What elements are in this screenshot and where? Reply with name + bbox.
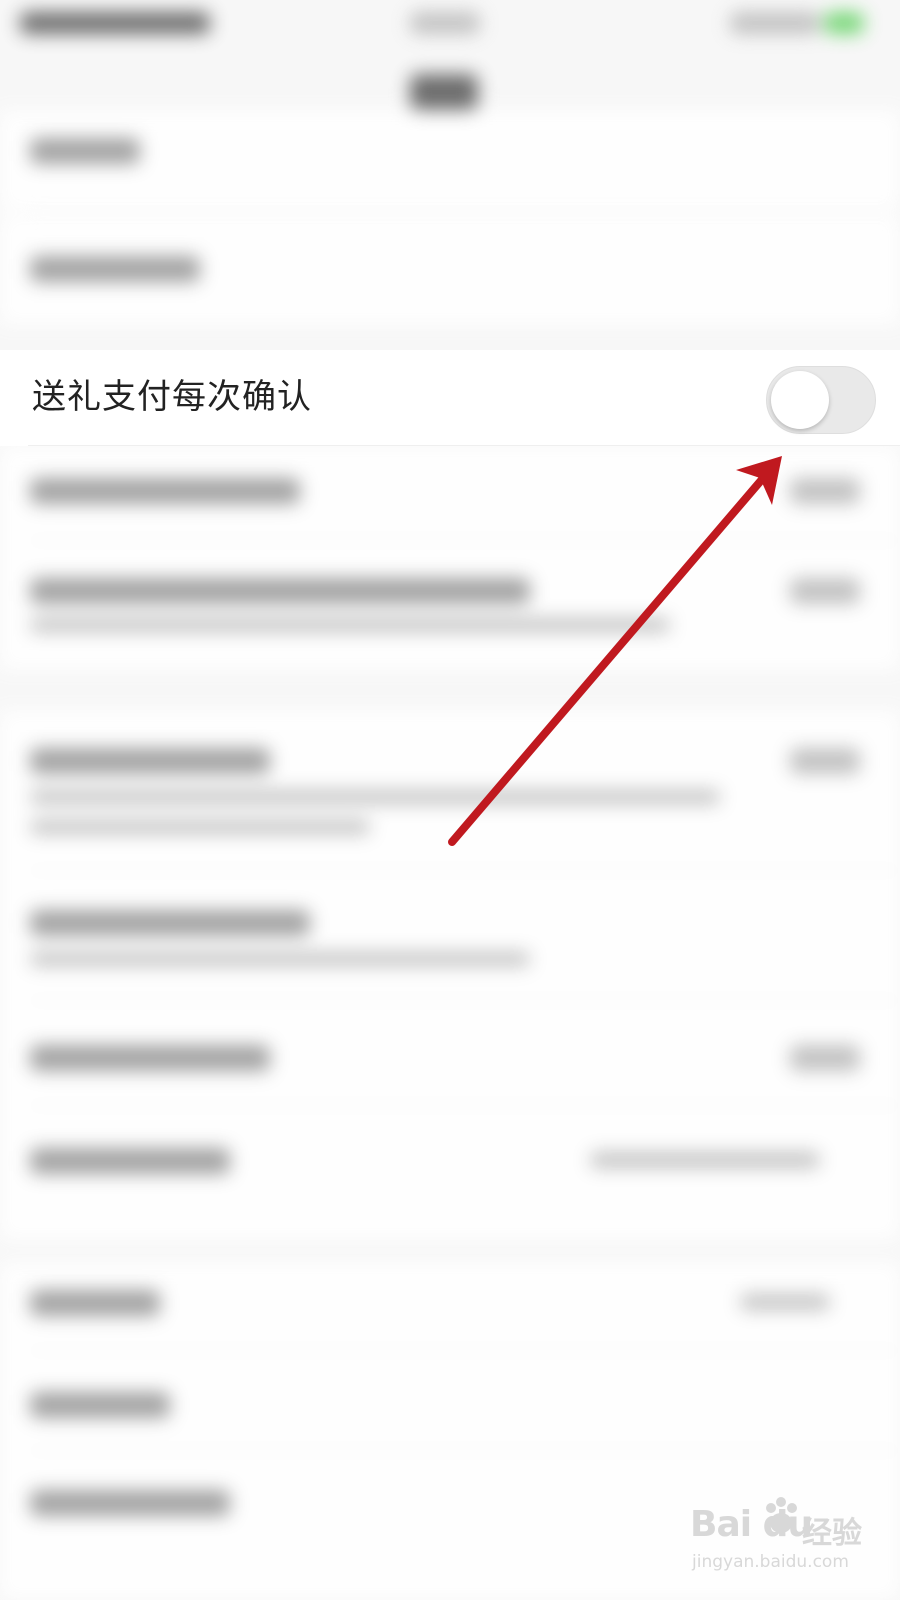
status-bar	[0, 0, 900, 50]
watermark-url: jingyan.baidu.com	[692, 1552, 849, 1572]
baidu-jingyan-watermark: Bai du 经验 jingyan.baidu.com	[690, 1496, 880, 1586]
blurred-background	[0, 0, 900, 1600]
gift-payment-confirm-toggle[interactable]	[766, 366, 876, 434]
row-divider	[28, 445, 900, 446]
paw-icon	[766, 1497, 797, 1533]
gift-payment-confirm-label: 送礼支付每次确认	[32, 377, 312, 417]
gift-payment-confirm-row: 送礼支付每次确认	[0, 350, 900, 446]
toggle-knob	[771, 371, 829, 429]
watermark-cn-text: 经验	[802, 1516, 862, 1551]
settings-page: 送礼支付每次确认 Bai du 经验 jingyan.baidu.com	[0, 0, 900, 1600]
